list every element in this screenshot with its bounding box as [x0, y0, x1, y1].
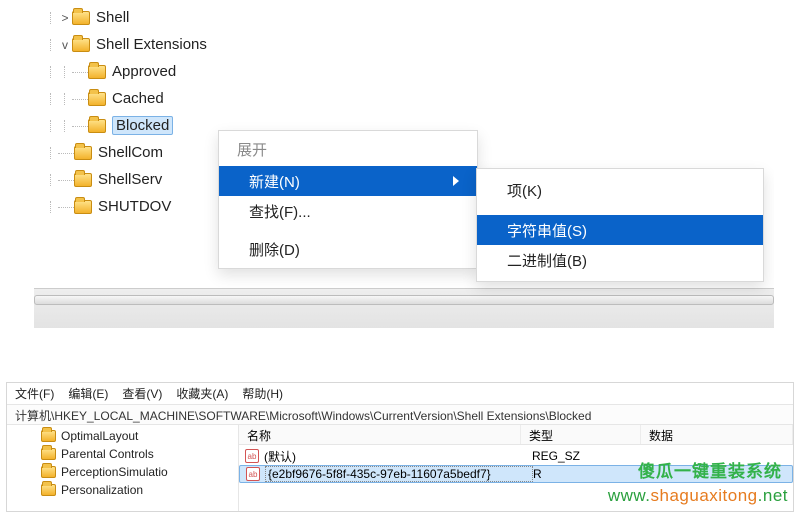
menu-new-label: 新建(N) [249, 171, 300, 192]
menu-find-label: 查找(F)... [249, 201, 311, 222]
tree-label: Personalization [61, 483, 143, 497]
tree-label: ShellServ [98, 171, 162, 188]
tree-label: Shell [96, 9, 129, 26]
tree-label: OptimalLayout [61, 429, 138, 443]
tree-item-shell-extensions[interactable]: v Shell Extensions [44, 31, 304, 58]
tree-label: Cached [112, 90, 164, 107]
folder-icon [41, 448, 56, 460]
menu-file[interactable]: 文件(F) [15, 385, 54, 402]
folder-icon [88, 92, 106, 106]
submenu-string-label: 字符串值(S) [507, 220, 587, 241]
cell-name: {e2bf9676-5f8f-435c-97eb-11607a5bedf7} [265, 466, 533, 482]
menu-bar[interactable]: 文件(F) 编辑(E) 查看(V) 收藏夹(A) 帮助(H) [7, 383, 793, 405]
menu-edit[interactable]: 编辑(E) [68, 385, 108, 402]
tree-label: SHUTDOV [98, 198, 171, 215]
submenu-key-label: 项(K) [507, 180, 542, 201]
folder-icon [74, 173, 92, 187]
tree-label: PerceptionSimulatio [61, 465, 168, 479]
tree-item-optimallayout[interactable]: OptimalLayout [7, 427, 238, 445]
menu-view[interactable]: 查看(V) [122, 385, 162, 402]
collapse-icon[interactable]: v [58, 38, 72, 52]
context-menu[interactable]: 展开 新建(N) 查找(F)... 删除(D) [218, 130, 478, 269]
folder-icon [41, 484, 56, 496]
tree-item-cached[interactable]: Cached [44, 85, 304, 112]
tree-item-personalization[interactable]: Personalization [7, 481, 238, 499]
string-value-icon: ab [246, 467, 260, 481]
string-value-icon: ab [245, 449, 259, 463]
cell-type: REG_SZ [532, 449, 652, 463]
menu-delete[interactable]: 删除(D) [219, 234, 477, 264]
cell-type: R [533, 467, 653, 481]
submenu-key[interactable]: 项(K) [477, 175, 763, 205]
tree-label: Shell Extensions [96, 36, 207, 53]
watermark-title: 傻瓜一键重装系统 [638, 457, 782, 482]
menu-delete-label: 删除(D) [249, 239, 300, 260]
tree-item-shell[interactable]: > Shell [44, 4, 304, 31]
folder-icon [72, 11, 90, 25]
folder-icon [41, 430, 56, 442]
lower-tree[interactable]: OptimalLayout Parental Controls Percepti… [7, 425, 239, 511]
submenu-arrow-icon [453, 176, 459, 186]
tree-label: ShellCom [98, 144, 163, 161]
col-data[interactable]: 数据 [641, 425, 793, 444]
submenu-binary[interactable]: 二进制值(B) [477, 245, 763, 275]
watermark-url: www.shaguaxitong.net [608, 486, 788, 506]
tree-label: Parental Controls [61, 447, 154, 461]
tree-label: Approved [112, 63, 176, 80]
horizontal-scrollbar[interactable] [34, 295, 774, 305]
folder-icon [74, 200, 92, 214]
address-bar[interactable]: 计算机\HKEY_LOCAL_MACHINE\SOFTWARE\Microsof… [7, 405, 793, 425]
cell-name: (默认) [264, 448, 532, 465]
tree-label-selected: Blocked [112, 116, 173, 135]
new-submenu[interactable]: 项(K) 字符串值(S) 二进制值(B) [476, 168, 764, 282]
expand-icon[interactable]: > [58, 11, 72, 25]
folder-icon [88, 65, 106, 79]
col-name[interactable]: 名称 [239, 425, 521, 444]
folder-icon [74, 146, 92, 160]
menu-new[interactable]: 新建(N) [219, 166, 477, 196]
menu-find[interactable]: 查找(F)... [219, 196, 477, 226]
folder-icon [72, 38, 90, 52]
folder-icon [41, 466, 56, 478]
scrollbar-area [34, 288, 774, 328]
tree-item-perception[interactable]: PerceptionSimulatio [7, 463, 238, 481]
submenu-string[interactable]: 字符串值(S) [477, 215, 763, 245]
folder-icon [88, 119, 106, 133]
tree-item-approved[interactable]: Approved [44, 58, 304, 85]
menu-expand[interactable]: 展开 [219, 135, 477, 166]
list-header[interactable]: 名称 类型 数据 [239, 425, 793, 445]
menu-help[interactable]: 帮助(H) [242, 385, 283, 402]
menu-favorites[interactable]: 收藏夹(A) [176, 385, 228, 402]
col-type[interactable]: 类型 [521, 425, 641, 444]
tree-item-parentalcontrols[interactable]: Parental Controls [7, 445, 238, 463]
submenu-binary-label: 二进制值(B) [507, 250, 587, 271]
